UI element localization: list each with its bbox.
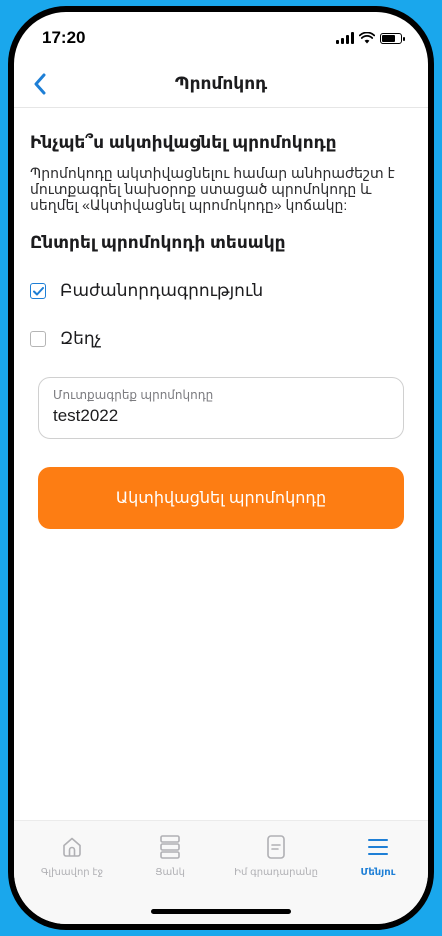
status-bar: 17:20 <box>14 12 428 60</box>
promo-content: Ինչպե՞ս ակտիվացնել պրոմոկոդը Պրոմոկոդը ա… <box>14 109 428 529</box>
nav-bar: Պրոմոկոդ <box>14 60 428 108</box>
wifi-icon <box>359 32 375 44</box>
tab-list[interactable]: Ցանկ <box>120 833 220 878</box>
activate-promo-button[interactable]: Ակտիվացնել պրոմոկոդը <box>38 467 404 529</box>
tab-label: Մենյու <box>360 867 396 878</box>
tab-home[interactable]: Գլխավոր էջ <box>22 833 122 878</box>
option-subscription[interactable]: Բաժանորդագրություն <box>30 267 412 315</box>
battery-icon <box>380 32 405 44</box>
tab-bar: Գլխավոր էջ Ցանկ Իմ գրադարանը Մենյու <box>14 820 428 924</box>
tab-label: Ցանկ <box>155 867 185 878</box>
promo-code-input[interactable]: Մուտքագրեք պրոմոկոդը test2022 <box>38 377 404 439</box>
list-icon <box>160 835 180 859</box>
checkbox-unchecked[interactable] <box>30 331 46 347</box>
checkbox-checked[interactable] <box>30 283 46 299</box>
signal-icon <box>336 32 354 44</box>
phone-frame: 17:20 Պրոմոկոդ Ինչպե՞ս ակտիվացնել պրոմոկ… <box>8 6 434 930</box>
option-label: Բաժանորդագրություն <box>60 281 264 300</box>
type-heading: Ընտրել պրոմոկոդի տեսակը <box>30 233 286 252</box>
option-discount[interactable]: Զեղչ <box>30 315 412 363</box>
tab-label: Իմ գրադարանը <box>234 867 318 878</box>
page-title: Պրոմոկոդ <box>174 74 268 93</box>
promo-code-label: Մուտքագրեք պրոմոկոդը <box>53 388 214 402</box>
library-icon <box>267 835 285 859</box>
promo-code-value[interactable]: test2022 <box>53 406 389 426</box>
check-icon <box>32 286 44 295</box>
option-label: Զեղչ <box>60 329 102 348</box>
tab-library[interactable]: Իմ գրադարանը <box>226 833 326 878</box>
description-text: Պրոմոկոդը ակտիվացնելու համար անհրաժեշտ է… <box>30 165 395 213</box>
home-icon <box>63 837 81 857</box>
menu-icon <box>368 839 388 855</box>
tab-menu[interactable]: Մենյու <box>328 833 428 878</box>
status-time: 17:20 <box>42 28 86 47</box>
screen: 17:20 Պրոմոկոդ Ինչպե՞ս ակտիվացնել պրոմոկ… <box>14 12 428 924</box>
how-to-heading: Ինչպե՞ս ակտիվացնել պրոմոկոդը <box>30 133 337 152</box>
tab-label: Գլխավոր էջ <box>40 867 104 878</box>
home-indicator <box>151 909 291 914</box>
status-icons <box>336 32 405 44</box>
